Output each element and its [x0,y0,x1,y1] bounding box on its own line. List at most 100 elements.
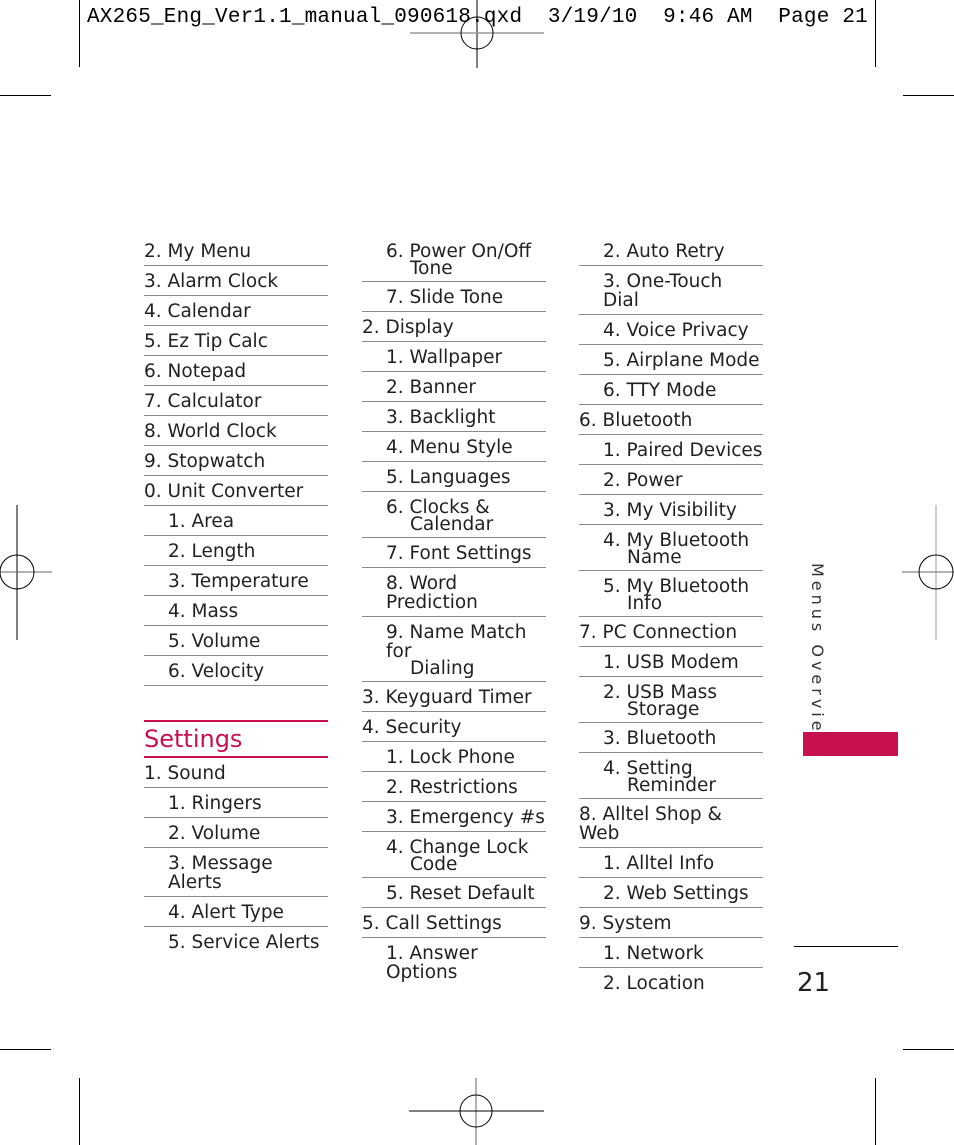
crop-mark [875,1078,876,1145]
menu-item-label: 1. Lock Phone [386,747,515,768]
menu-item-label: 1. Ringers [168,793,262,814]
submenu-item: 4. Mass [144,596,328,626]
crop-mark [0,1049,51,1050]
menu-item: 4. Calendar [144,296,328,326]
menu-item-label: 6. Notepad [144,361,247,382]
menu-item-label: 1. Paired Devices [603,440,763,461]
menu-item-label: 9. Stopwatch [144,451,266,472]
submenu-item: 1. Network [579,938,763,968]
submenu-item: 4. Voice Privacy [579,315,763,345]
submenu-item: 3. Bluetooth [579,723,763,753]
registration-mark-top-icon [410,0,544,68]
submenu-item: 2. USB Mass Storage [579,677,763,723]
submenu-item: 3. Emergency #s [362,802,546,832]
submenu-item: 8. Word Prediction [362,568,546,617]
menu-item-label: 6. Velocity [168,661,265,682]
submenu-item: 4. Change Lock Code [362,832,546,878]
submenu-item: 6. Power On/Off Tone [362,236,546,282]
menu-item: 6. Bluetooth [579,405,763,435]
submenu-item: 1. Ringers [144,788,328,818]
submenu-item: 6. Velocity [144,656,328,686]
submenu-item: 2. Volume [144,818,328,848]
menu-item-label-continued: Storage [627,699,700,720]
menu-list: 2. Auto Retry 3. One-Touch Dial 4. Voice P… [579,236,763,997]
menu-item-label: 5. Ez Tip Calc [144,331,268,352]
settings-menu-list: 1. Sound 1. Ringers 2. Volume 3. Message Al… [144,758,328,956]
menu-item-label-continued: Calendar [410,514,494,535]
submenu-item: 4. Menu Style [362,432,546,462]
menu-item-label: 0. Unit Converter [144,481,304,502]
menu-column-1: 2. My Menu 3. Alarm Clock 4. Calendar 5. Ez… [144,236,328,956]
menu-item-label: 3. Bluetooth [603,728,717,749]
registration-mark-right-icon [902,505,954,640]
menu-list: 2. My Menu 3. Alarm Clock 4. Calendar 5. Ez… [144,236,328,686]
submenu-item: 2. Restrictions [362,772,546,802]
menu-item-label: 1. Network [603,943,704,964]
menu-item-label: 9. Name Match for [386,622,527,662]
menu-item: 1. Sound [144,758,328,788]
menu-item: 7. Calculator [144,386,328,416]
menu-item-label: 3. Keyguard Timer [362,687,532,708]
menu-item-label: 1. USB Modem [603,652,739,673]
menu-item-label: 8. Alltel Shop & Web [579,804,722,844]
menu-item-label: 4. Menu Style [386,437,513,458]
submenu-item: 5. My Bluetooth Info [579,571,763,617]
menu-item-label: 4. Security [362,717,462,738]
menu-item-label: 2. Volume [168,823,261,844]
section-title-settings: Settings [144,720,328,758]
menu-item-label: 1. Sound [144,763,226,784]
submenu-item: 4. Alert Type [144,897,328,927]
submenu-item: 1. Lock Phone [362,742,546,772]
menu-item-label: 3. Backlight [386,407,496,428]
footer-rule [794,946,898,947]
menu-item-label: 7. Font Settings [386,543,532,564]
menu-item-label: 3. Message Alerts [168,853,273,893]
menu-item-label: 4. Alert Type [168,902,284,923]
submenu-item: 3. My Visibility [579,495,763,525]
submenu-item: 5. Airplane Mode [579,345,763,375]
menu-item-label-continued: Code [410,854,458,875]
menu-item-label: 4. Mass [168,601,239,622]
submenu-item: 2. Web Settings [579,878,763,908]
crop-mark [903,1049,954,1050]
menu-item-label: 2. Display [362,317,454,338]
submenu-item: 1. Paired Devices [579,435,763,465]
page-number: 21 [797,968,831,998]
menu-item-label: 1. Area [168,511,235,532]
submenu-item: 2. Length [144,536,328,566]
menu-item-label: 1. Wallpaper [386,347,503,368]
submenu-item: 7. Font Settings [362,538,546,568]
side-section-tab [803,732,898,756]
menu-item-label-continued: Dialing [410,658,475,679]
menu-item-label: 2. Restrictions [386,777,518,798]
menu-item-label-continued: Info [627,593,663,614]
submenu-item: 9. Name Match for Dialing [362,617,546,682]
menu-item-label: 7. PC Connection [579,622,738,643]
menu-item-label-continued: Name [627,547,682,568]
menu-item-label: 4. Voice Privacy [603,320,749,341]
side-section-label: Menus Overview [808,563,827,752]
menu-item-label: 3. Emergency #s [386,807,545,828]
menu-item: 9. Stopwatch [144,446,328,476]
submenu-item: 1. Answer Options [362,938,546,986]
menu-item-label: 7. Calculator [144,391,262,412]
menu-item-label: 2. Power [603,470,683,491]
menu-item: 5. Ez Tip Calc [144,326,328,356]
menu-item: 3. Alarm Clock [144,266,328,296]
menu-item-label: 5. Languages [386,467,511,488]
submenu-item: 7. Slide Tone [362,282,546,312]
menu-column-3: 2. Auto Retry 3. One-Touch Dial 4. Voice P… [579,236,763,997]
submenu-item: 3. Message Alerts [144,848,328,897]
submenu-item: 5. Languages [362,462,546,492]
menu-item: 7. PC Connection [579,617,763,647]
menu-item-label: 8. Word Prediction [386,573,478,613]
menu-item-label: 2. Location [603,973,705,994]
menu-item-label-continued: Tone [410,258,453,279]
registration-mark-left-icon [0,505,52,640]
submenu-item: 4. My Bluetooth Name [579,525,763,571]
menu-item-label: 1. Answer Options [386,943,478,983]
menu-item-label: 3. My Visibility [603,500,737,521]
menu-item: 3. Keyguard Timer [362,682,546,712]
menu-list: 6. Power On/Off Tone 7. Slide Tone 2. Displ… [362,236,546,986]
crop-mark [79,1078,80,1145]
